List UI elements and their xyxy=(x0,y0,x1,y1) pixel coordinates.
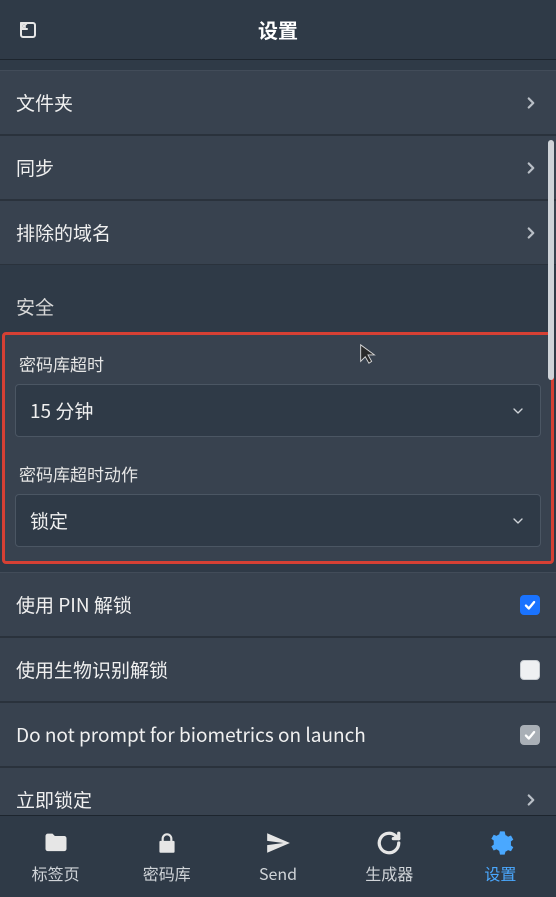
tab-tabpage[interactable]: 标签页 xyxy=(0,816,111,897)
chevron-right-icon xyxy=(522,224,540,242)
scrollbar[interactable] xyxy=(548,140,554,380)
row-label: 立即锁定 xyxy=(16,786,92,813)
row-label: 同步 xyxy=(16,154,54,181)
chevron-right-icon xyxy=(522,791,540,809)
tab-label: 设置 xyxy=(484,861,516,885)
vault-timeout-action-select[interactable]: 锁定 xyxy=(15,494,541,547)
send-icon xyxy=(264,829,292,857)
chevron-down-icon xyxy=(510,403,526,419)
toggle-label: 使用 PIN 解锁 xyxy=(16,591,132,618)
settings-body: 文件夹 同步 排除的域名 安全 密码库超时 15 分钟 xyxy=(0,60,556,815)
section-security: 安全 xyxy=(0,265,556,332)
tab-vault[interactable]: 密码库 xyxy=(111,816,222,897)
row-lock-now[interactable]: 立即锁定 xyxy=(0,767,556,815)
tab-settings[interactable]: 设置 xyxy=(445,816,556,897)
gear-icon xyxy=(486,829,514,857)
chevron-right-icon xyxy=(522,159,540,177)
tab-label: 生成器 xyxy=(365,861,413,885)
toggle-no-bio-prompt[interactable]: Do not prompt for biometrics on launch xyxy=(0,702,556,767)
tab-generator[interactable]: 生成器 xyxy=(334,816,445,897)
select-value: 锁定 xyxy=(30,507,68,534)
row-folders[interactable]: 文件夹 xyxy=(0,70,556,135)
chevron-down-icon xyxy=(510,513,526,529)
toggle-label: Do not prompt for biometrics on launch xyxy=(16,721,366,748)
checkbox-checked-icon[interactable] xyxy=(520,725,540,745)
toggle-unlock-pin[interactable]: 使用 PIN 解锁 xyxy=(0,572,556,637)
bottom-tabbar: 标签页 密码库 Send 生成器 设置 xyxy=(0,815,556,897)
row-label: 排除的域名 xyxy=(16,219,111,246)
highlighted-security-box: 密码库超时 15 分钟 密码库超时动作 锁定 xyxy=(2,332,554,564)
checkbox-checked-icon[interactable] xyxy=(520,595,540,615)
tab-label: Send xyxy=(259,861,297,885)
select-value: 15 分钟 xyxy=(30,397,93,424)
toggle-unlock-biometrics[interactable]: 使用生物识别解锁 xyxy=(0,637,556,702)
header: 设置 xyxy=(0,0,556,60)
toggle-label: 使用生物识别解锁 xyxy=(16,656,168,683)
row-label: 文件夹 xyxy=(16,89,73,116)
vault-timeout-label: 密码库超时 xyxy=(15,345,541,384)
tab-label: 标签页 xyxy=(32,861,80,885)
popout-icon xyxy=(16,18,40,42)
tab-label: 密码库 xyxy=(143,861,191,885)
vault-timeout-action-label: 密码库超时动作 xyxy=(15,455,541,494)
chevron-right-icon xyxy=(522,94,540,112)
lock-icon xyxy=(153,829,181,857)
folder-icon xyxy=(42,829,70,857)
tab-send[interactable]: Send xyxy=(222,816,333,897)
vault-timeout-select[interactable]: 15 分钟 xyxy=(15,384,541,437)
checkbox-unchecked-icon[interactable] xyxy=(520,660,540,680)
back-button[interactable] xyxy=(14,16,42,44)
page-title: 设置 xyxy=(258,15,298,44)
row-excluded-domains[interactable]: 排除的域名 xyxy=(0,200,556,265)
row-sync[interactable]: 同步 xyxy=(0,135,556,200)
refresh-icon xyxy=(375,829,403,857)
